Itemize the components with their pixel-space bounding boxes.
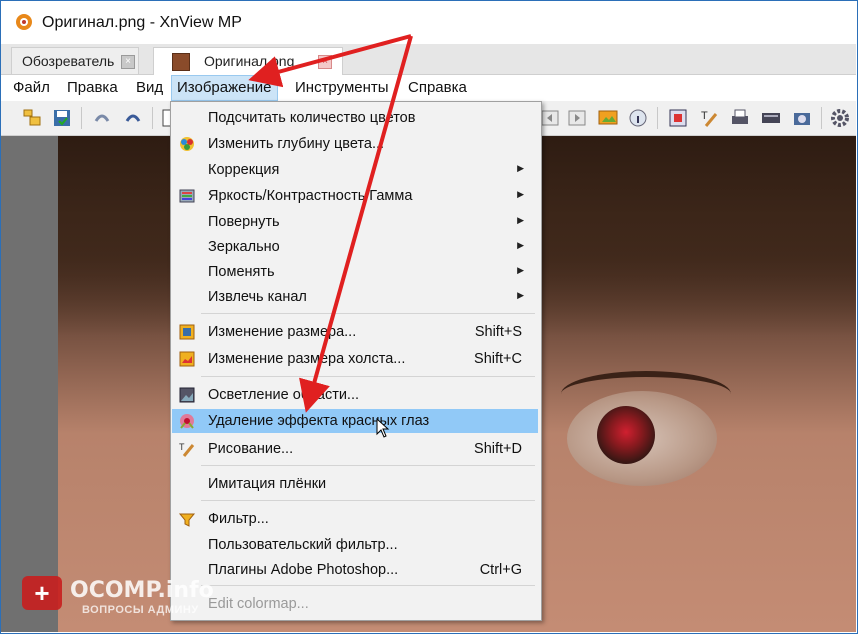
shortcut: Shift+S: [474, 324, 522, 340]
menu-item-brightness[interactable]: Яркость/Контрастность/Гамма ▶: [172, 184, 538, 208]
title-bar: Оригинал.png - XnView MP: [1, 1, 856, 44]
menu-bar: Файл Правка Вид Изображение Инструменты …: [1, 75, 856, 101]
color-depth-icon: [180, 137, 194, 151]
shortcut: Shift+C: [474, 351, 522, 367]
menu-view[interactable]: Вид: [131, 75, 168, 101]
menu-item-draw[interactable]: T Рисование... Shift+D: [172, 437, 538, 461]
toolbar-separator: [81, 107, 82, 129]
mouse-cursor-icon: [376, 418, 390, 438]
submenu-arrow-icon: ▶: [517, 163, 524, 173]
shortcut: Ctrl+G: [479, 562, 522, 578]
close-icon[interactable]: ×: [121, 55, 135, 69]
menu-separator: [201, 313, 535, 314]
image-menu-dropdown: Подсчитать количество цветов Изменить гл…: [170, 101, 542, 621]
menu-item-rotate[interactable]: Повернуть ▶: [172, 210, 538, 234]
menu-item-correction[interactable]: Коррекция ▶: [172, 158, 538, 182]
menu-item-filter[interactable]: Фильтр...: [172, 507, 538, 531]
watermark-badge: +: [22, 576, 62, 610]
menu-item-extract-channel[interactable]: Извлечь канал ▶: [172, 285, 538, 309]
menu-separator: [201, 500, 535, 501]
menu-item-red-eye-removal[interactable]: Удаление эффекта красных глаз: [172, 409, 538, 433]
toolbar-separator: [152, 107, 153, 129]
menu-file[interactable]: Файл: [8, 75, 55, 101]
menu-item-color-depth[interactable]: Изменить глубину цвета...: [172, 132, 538, 156]
xnview-app-icon: [16, 14, 32, 30]
filter-icon: [178, 513, 196, 527]
submenu-arrow-icon: ▶: [517, 240, 524, 250]
ocomp-watermark: + OCOMP.info ВОПРОСЫ АДМИНУ: [22, 572, 252, 622]
watermark-sub: ВОПРОСЫ АДМИНУ: [82, 604, 199, 616]
undo-icon[interactable]: [91, 107, 113, 129]
svg-text:T: T: [701, 110, 708, 122]
menu-item-canvas-size[interactable]: Изменение размера холста... Shift+C: [172, 347, 538, 371]
menu-item-resize[interactable]: Изменение размера... Shift+S: [172, 320, 538, 344]
redeye-icon: [180, 414, 194, 429]
redo-icon[interactable]: [122, 107, 144, 129]
shortcut: Shift+D: [474, 441, 522, 457]
fit-screen-icon[interactable]: [667, 107, 689, 129]
tab-label: Обозреватель: [22, 53, 115, 69]
image-thumbnail-icon: [172, 53, 190, 71]
menu-image[interactable]: Изображение: [171, 75, 278, 101]
lighten-icon: [179, 387, 195, 403]
menu-edit[interactable]: Правка: [62, 75, 123, 101]
toolbar-separator: [821, 107, 822, 129]
close-icon[interactable]: ×: [318, 55, 332, 69]
menu-item-film-effect[interactable]: Имитация плёнки: [172, 472, 538, 496]
prev-icon[interactable]: [539, 107, 561, 129]
info-icon[interactable]: [627, 107, 649, 129]
browse-icon[interactable]: [21, 107, 43, 129]
brightness-icon: [179, 189, 195, 203]
menu-item-lighten-area[interactable]: Осветление области...: [172, 383, 538, 407]
draw-icon: T: [179, 442, 195, 457]
window-title: Оригинал.png - XnView MP: [42, 14, 242, 31]
scanner-icon[interactable]: [760, 107, 782, 129]
tab-label: Оригинал.png: [204, 53, 295, 69]
menu-separator: [201, 376, 535, 377]
settings-gear-icon[interactable]: [829, 107, 851, 129]
watermark-main: OCOMP.info: [70, 578, 214, 603]
slideshow-icon[interactable]: [597, 107, 619, 129]
menu-item-mirror[interactable]: Зеркально ▶: [172, 235, 538, 259]
submenu-arrow-icon: ▶: [517, 189, 524, 199]
save-icon[interactable]: [51, 107, 73, 129]
menu-help[interactable]: Справка: [403, 75, 472, 101]
tab-image[interactable]: Оригинал.png ×: [153, 47, 343, 75]
next-icon[interactable]: [566, 107, 588, 129]
menu-item-swap[interactable]: Поменять ▶: [172, 260, 538, 284]
tab-bar: Обозреватель × Оригинал.png ×: [1, 44, 856, 75]
menu-tools[interactable]: Инструменты: [290, 75, 394, 101]
photo-red-eye-iris: [597, 406, 655, 464]
svg-text:T: T: [179, 442, 185, 452]
submenu-arrow-icon: ▶: [517, 215, 524, 225]
submenu-arrow-icon: ▶: [517, 265, 524, 275]
resize-icon: [179, 324, 195, 340]
capture-icon[interactable]: [791, 107, 813, 129]
menu-item-custom-filter[interactable]: Пользовательский фильтр...: [172, 533, 538, 557]
menu-separator: [201, 465, 535, 466]
menu-item-count-colors[interactable]: Подсчитать количество цветов: [172, 106, 538, 130]
canvas-icon: [179, 351, 195, 367]
text-tool-icon[interactable]: T: [698, 107, 720, 129]
print-icon[interactable]: [729, 107, 751, 129]
toolbar-separator: [657, 107, 658, 129]
tab-browser[interactable]: Обозреватель ×: [11, 47, 139, 74]
submenu-arrow-icon: ▶: [517, 290, 524, 300]
